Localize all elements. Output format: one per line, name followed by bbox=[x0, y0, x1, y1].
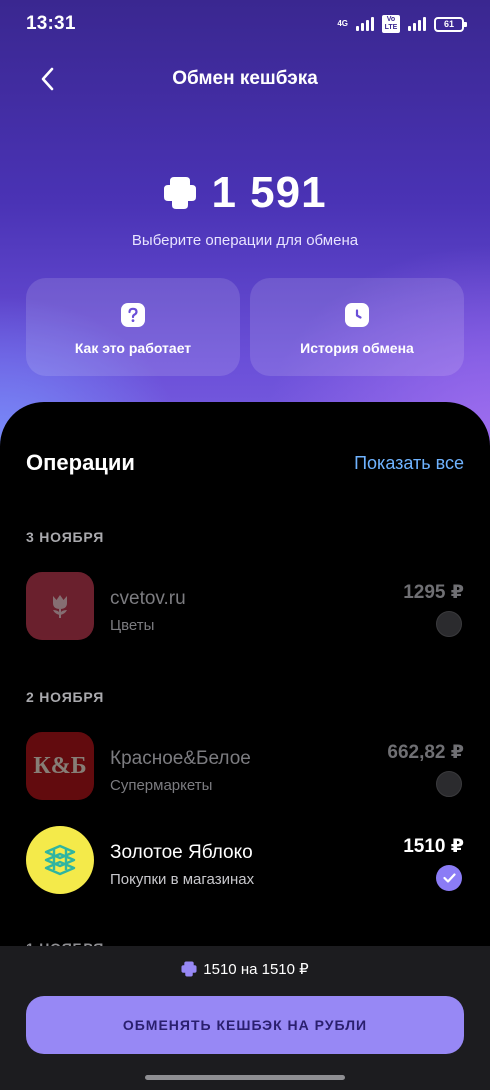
check-icon bbox=[442, 873, 456, 883]
home-indicator bbox=[145, 1075, 345, 1080]
select-checkbox[interactable] bbox=[436, 611, 462, 637]
zolotoe-yabloko-icon bbox=[44, 844, 76, 876]
how-it-works-card[interactable]: Как это работает bbox=[26, 278, 240, 376]
cvetov-logo bbox=[26, 572, 94, 640]
volte-badge: Vo LTE bbox=[382, 15, 400, 33]
clock-icon bbox=[345, 303, 369, 327]
krasnoe-beloe-logo: К&Б bbox=[26, 732, 94, 800]
status-indicators: 4G Vo LTE 61 bbox=[337, 15, 467, 33]
exchange-cashback-button[interactable]: ОБМЕНЯТЬ КЕШБЭК НА РУБЛИ bbox=[26, 996, 464, 1054]
operation-category: Цветы bbox=[110, 617, 155, 634]
signal-icon bbox=[356, 17, 374, 31]
date-header: 2 НОЯБРЯ bbox=[26, 689, 105, 705]
operations-title: Операции bbox=[26, 450, 135, 475]
bottom-action-bar: 1510 на 1510 ₽ ОБМЕНЯТЬ КЕШБЭК НА РУБЛИ bbox=[0, 946, 490, 1090]
status-time: 13:31 bbox=[26, 13, 76, 34]
operation-amount: 1510 ₽ bbox=[403, 836, 464, 857]
tulip-icon bbox=[53, 595, 67, 618]
operation-amount: 662,82 ₽ bbox=[387, 742, 464, 763]
signal-icon-2 bbox=[408, 17, 426, 31]
operation-row-cvetov[interactable]: cvetov.ru Цветы 1295 ₽ bbox=[0, 572, 490, 668]
page-title: Обмен кешбэка bbox=[172, 68, 318, 89]
network-label-4g: 4G bbox=[337, 19, 348, 28]
cashback-balance: 1 591 bbox=[0, 168, 490, 218]
operation-row-zolotoe-yabloko[interactable]: Золотое Яблоко Покупки в магазинах 1510 … bbox=[0, 826, 490, 922]
select-checkbox-checked[interactable] bbox=[436, 865, 462, 891]
operation-name: cvetov.ru bbox=[110, 588, 186, 609]
battery-icon: 61 bbox=[434, 16, 467, 32]
exchange-summary-text: 1510 на 1510 ₽ bbox=[203, 961, 309, 978]
how-it-works-label: Как это работает bbox=[74, 340, 192, 356]
balance-value: 1 591 bbox=[211, 168, 327, 217]
cashback-plus-icon bbox=[164, 177, 197, 209]
operation-name: Красное&Белое bbox=[110, 748, 251, 769]
operation-category: Супермаркеты bbox=[110, 777, 213, 794]
exchange-history-card[interactable]: История обмена bbox=[250, 278, 464, 376]
krasnoe-beloe-logo-text: К&Б bbox=[33, 752, 87, 779]
cashback-plus-icon bbox=[181, 961, 197, 977]
operation-amount: 1295 ₽ bbox=[403, 582, 464, 603]
show-all-link[interactable]: Показать все bbox=[354, 453, 464, 474]
exchange-history-label: История обмена bbox=[300, 340, 414, 356]
select-checkbox[interactable] bbox=[436, 771, 462, 797]
question-icon bbox=[121, 303, 145, 327]
operation-category: Покупки в магазинах bbox=[110, 871, 255, 888]
zolotoe-yabloko-logo bbox=[26, 826, 94, 894]
balance-subtitle: Выберите операции для обмена bbox=[131, 232, 359, 249]
date-header: 3 НОЯБРЯ bbox=[26, 529, 105, 545]
operation-row-krasnoe-beloe[interactable]: К&Б Красное&Белое Супермаркеты 662,82 ₽ bbox=[0, 732, 490, 828]
status-bar: 13:31 4G Vo LTE 61 bbox=[0, 0, 490, 46]
operation-name: Золотое Яблоко bbox=[110, 842, 253, 863]
exchange-summary: 1510 на 1510 ₽ bbox=[0, 960, 490, 978]
